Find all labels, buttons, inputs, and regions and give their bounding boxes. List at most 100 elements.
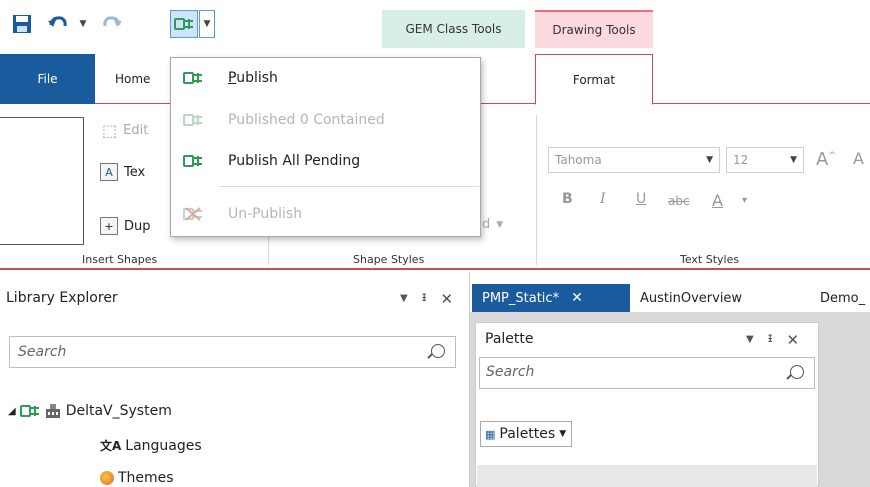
shape-styles-fragment: d (482, 217, 491, 232)
languages-icon: 文A (100, 439, 122, 453)
chevron-down-icon[interactable]: ▼ (400, 290, 408, 308)
palette-title: Palette (485, 331, 534, 347)
doc-tab-demo[interactable]: Demo_ (810, 284, 870, 312)
un-publish-icon (183, 207, 205, 221)
chevron-down-icon: ▼ (559, 429, 567, 439)
library-search-placeholder: Search (18, 344, 67, 360)
doc-tab-pmp-static[interactable]: PMP_Static* ✕ (472, 284, 630, 312)
text-box-icon: A (100, 163, 118, 181)
palettes-dropdown-button[interactable]: ▦ Palettes ▼ (480, 421, 572, 447)
tree-item-languages[interactable]: 文A Languages (100, 437, 202, 454)
close-icon[interactable]: ✕ (441, 290, 454, 308)
chevron-down-icon: ▼ (496, 219, 504, 230)
document-tab-strip: PMP_Static* ✕ AustinOverview Demo_ (470, 284, 870, 312)
tab-format[interactable]: Format (535, 54, 653, 105)
strikethrough-button[interactable]: abc (668, 194, 690, 208)
menu-item-publish-all-pending[interactable]: Publish All Pending (171, 143, 480, 179)
palette-panel-controls: ▼ ᵻ ✕ (746, 331, 799, 349)
text-box-button[interactable]: A Tex (100, 163, 145, 181)
palettes-icon: ▦ (485, 427, 496, 441)
tree-item-label: DeltaV_System (65, 403, 172, 419)
tree-item-label: Languages (125, 437, 202, 454)
palette-search-placeholder: Search (486, 364, 535, 380)
expand-triangle-icon[interactable]: ◢ (8, 406, 16, 417)
publish-menu-button[interactable] (170, 10, 198, 38)
edit-shape-label: Edit (123, 123, 149, 138)
group-separator (536, 115, 537, 265)
menu-separator (219, 186, 479, 187)
shape-styles-dropdown[interactable]: d ▼ (482, 217, 503, 232)
close-icon[interactable]: ✕ (571, 290, 583, 306)
font-size-value: 12 (733, 153, 749, 167)
publish-dropdown-icon[interactable]: ▼ (199, 10, 215, 38)
redo-icon (103, 16, 122, 27)
chevron-down-icon[interactable]: ▼ (746, 331, 754, 349)
edit-shape-button[interactable]: ⬚ Edit (102, 121, 148, 140)
edit-points-icon: ⬚ (102, 121, 118, 140)
themes-icon (100, 471, 114, 485)
font-color-button[interactable]: A (712, 191, 723, 210)
duplicate-button[interactable]: + Dup (100, 217, 151, 235)
bold-button[interactable]: B (562, 191, 573, 207)
menu-item-published-contained-label: Published 0 Contained (228, 112, 385, 128)
publish-dropdown-menu: Publish Published 0 Contained Publish Al… (170, 57, 481, 237)
grow-font-icon: A^ (816, 149, 836, 170)
doc-tab-label: PMP_Static* (482, 290, 560, 306)
tab-home[interactable]: Home (115, 54, 175, 104)
redo-button[interactable] (98, 10, 126, 38)
group-label-shape-styles: Shape Styles (353, 253, 425, 266)
tab-file[interactable]: File (0, 54, 95, 104)
system-building-icon (45, 404, 60, 418)
publish-icon (174, 18, 193, 30)
save-icon (13, 15, 31, 33)
close-icon[interactable]: ✕ (787, 331, 800, 349)
menu-item-publish-rest: ublish (236, 70, 278, 86)
context-gem-class-tools: GEM Class Tools (382, 10, 525, 48)
pin-icon[interactable]: ᵻ (422, 290, 427, 308)
menu-item-publish-label: Publish (228, 70, 278, 86)
palette-search-input[interactable]: Search (479, 357, 815, 389)
published-contained-icon (183, 113, 205, 127)
undo-button[interactable] (44, 10, 72, 38)
save-button[interactable] (8, 10, 36, 38)
duplicate-icon: + (100, 217, 118, 235)
font-family-value: Tahoma (555, 153, 602, 167)
doc-tab-label: Demo_ (820, 290, 866, 306)
menu-item-un-publish[interactable]: Un-Publish (171, 196, 480, 232)
palette-panel: Palette ▼ ᵻ ✕ Search ▦ Palettes ▼ (475, 322, 819, 487)
palette-list-area[interactable] (477, 465, 817, 487)
font-family-select[interactable]: Tahoma ▼ (548, 147, 720, 173)
italic-button[interactable]: I (600, 191, 606, 207)
shrink-font-icon: A (853, 149, 864, 168)
group-label-text-styles: Text Styles (680, 253, 740, 266)
menu-item-publish-all-pending-label: Publish All Pending (228, 153, 361, 169)
publish-all-icon (183, 154, 205, 168)
group-label-insert-shapes: Insert Shapes (82, 253, 158, 266)
library-search-input[interactable]: Search (9, 336, 456, 368)
tree-item-deltav-system[interactable]: ◢ DeltaV_System (8, 403, 172, 419)
menu-item-publish[interactable]: Publish (171, 60, 480, 96)
gem-class-icon (19, 405, 39, 417)
quick-access-toolbar: ▼ ▼ GEM Class Tools Drawing Tools (0, 0, 870, 48)
tree-item-themes[interactable]: Themes (100, 470, 174, 486)
chevron-down-icon: ▼ (706, 155, 713, 165)
grow-font-button[interactable]: A^ (816, 149, 836, 170)
shape-gallery[interactable] (0, 117, 84, 245)
undo-dropdown-icon[interactable]: ▼ (76, 10, 90, 38)
font-size-select[interactable]: 12 ▼ (726, 147, 804, 173)
doc-tab-label: AustinOverview (640, 290, 743, 306)
font-color-dropdown-icon[interactable]: ▾ (742, 195, 747, 206)
library-explorer-title: Library Explorer (6, 290, 118, 306)
context-drawing-tools: Drawing Tools (535, 10, 653, 48)
underline-button[interactable]: U (636, 191, 646, 207)
shrink-font-button[interactable]: A (853, 149, 864, 168)
menu-item-published-contained[interactable]: Published 0 Contained (171, 102, 480, 138)
search-icon[interactable] (431, 344, 445, 358)
pin-icon[interactable]: ᵻ (768, 331, 773, 349)
search-icon[interactable] (790, 365, 804, 379)
menu-item-publish-accel: P (228, 70, 237, 86)
doc-tab-austin-overview[interactable]: AustinOverview (630, 284, 752, 312)
undo-icon (48, 16, 67, 27)
palettes-button-label: Palettes (499, 426, 556, 442)
publish-icon (183, 71, 205, 85)
